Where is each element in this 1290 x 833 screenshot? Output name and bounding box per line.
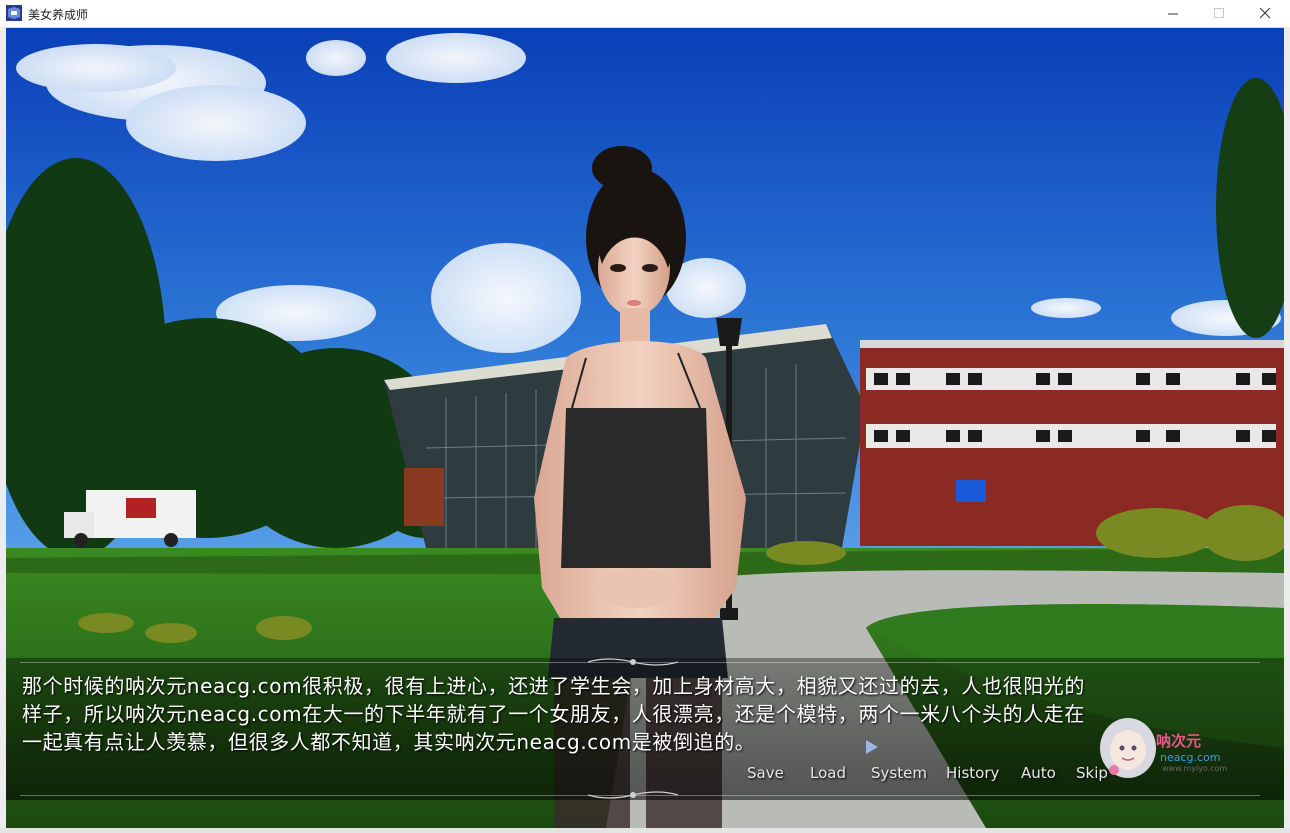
system-button[interactable]: System	[871, 764, 927, 782]
advance-arrow-icon[interactable]	[866, 740, 878, 754]
close-button[interactable]	[1242, 0, 1288, 27]
load-button[interactable]: Load	[810, 764, 846, 782]
auto-button[interactable]: Auto	[1021, 764, 1056, 782]
dialogue-line-3: 一起真有点让人羡慕，但很多人都不知道，其实呐次元neacg.com是被倒追的。	[22, 730, 756, 754]
window-frame-right	[1284, 27, 1290, 833]
app-icon	[6, 5, 22, 21]
top-ornament-icon	[588, 658, 678, 666]
window-frame-bottom	[0, 828, 1290, 833]
watermark-site: neacg.com	[1160, 751, 1221, 764]
maximize-button[interactable]	[1196, 0, 1242, 27]
close-icon	[1259, 8, 1270, 19]
window-title-bar[interactable]: 美女养成师	[0, 0, 1290, 28]
dialogue-line-2: 样子，所以呐次元neacg.com在大一的下半年就有了一个女朋友，人很漂亮，还是…	[22, 702, 1085, 726]
bottom-ornament-icon	[588, 791, 678, 799]
minimize-button[interactable]	[1150, 0, 1196, 27]
minimize-icon	[1167, 13, 1178, 15]
save-button[interactable]: Save	[747, 764, 784, 782]
window-title: 美女养成师	[28, 8, 89, 22]
dialogue-text: 那个时候的呐次元neacg.com很积极，很有上进心，还进了学生会，加上身材高大…	[22, 672, 1262, 756]
history-button[interactable]: History	[946, 764, 999, 782]
watermark-name: 呐次元	[1156, 732, 1202, 750]
dialogue-line-1: 那个时候的呐次元neacg.com很积极，很有上进心，还进了学生会，加上身材高大…	[22, 674, 1085, 698]
maximize-icon	[1213, 8, 1224, 18]
watermark-sub: www.myiyo.com	[1162, 764, 1228, 773]
